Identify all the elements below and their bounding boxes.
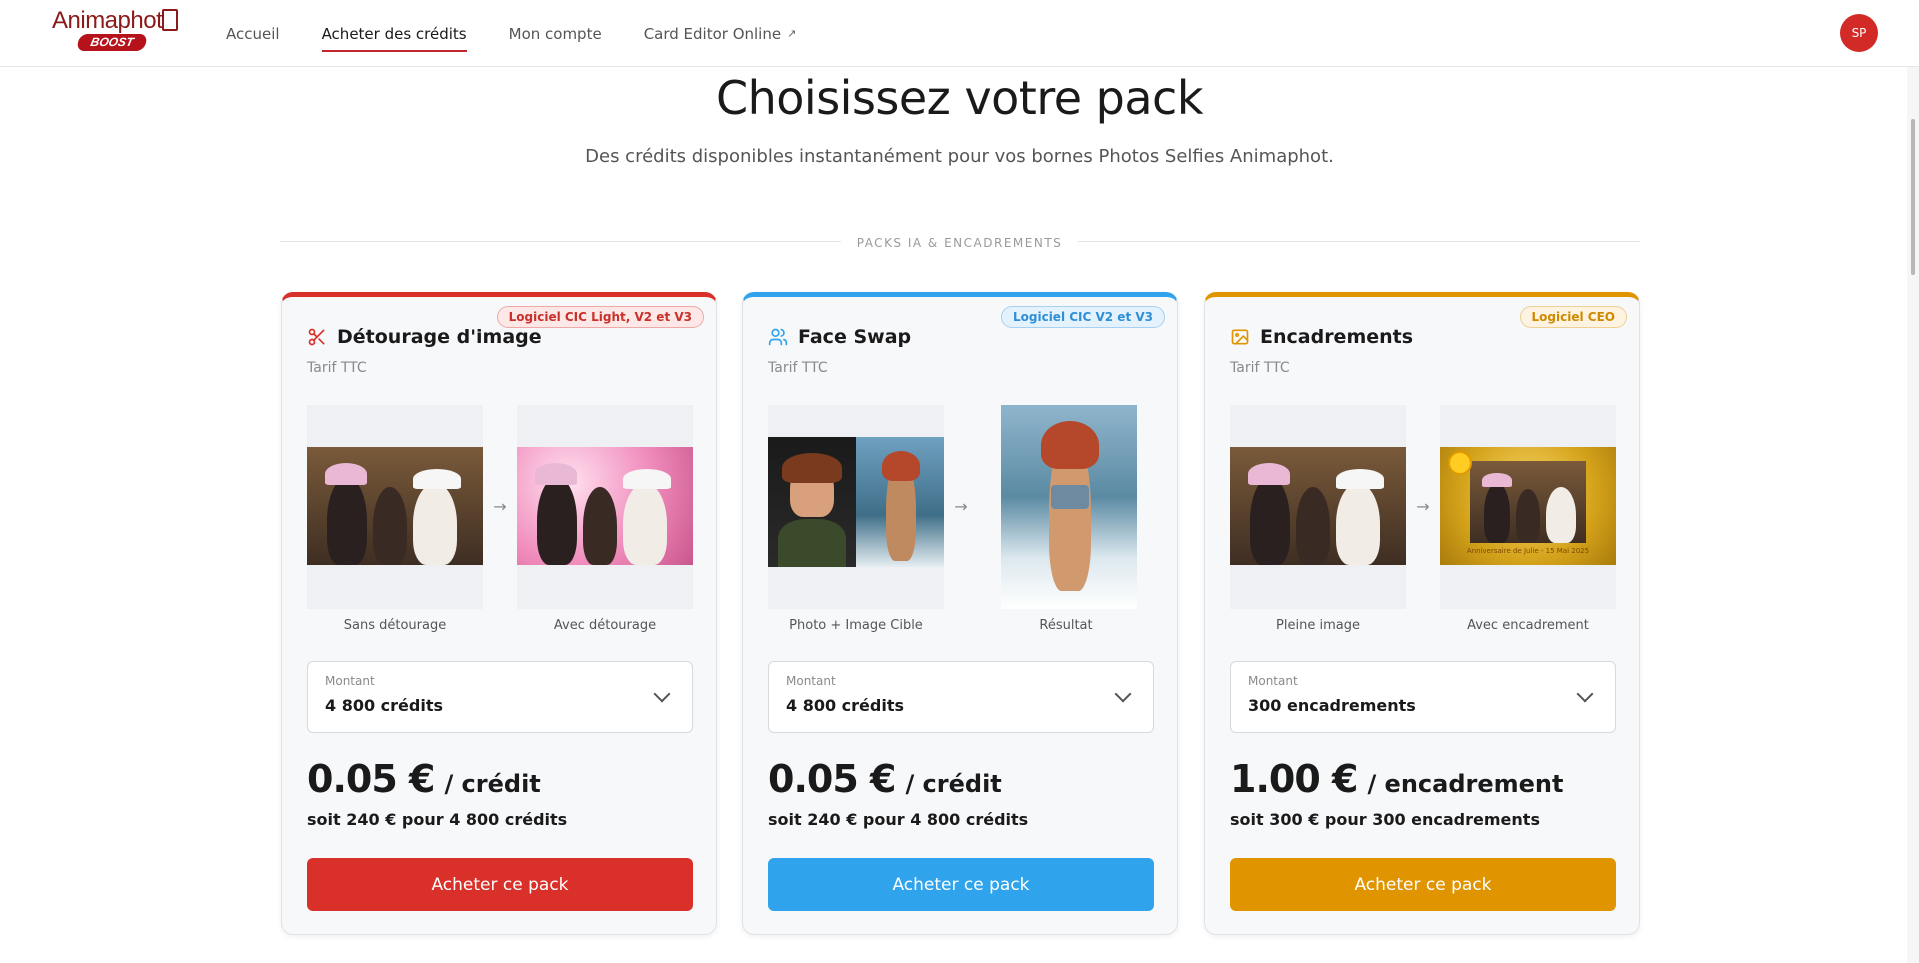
- image-icon: [1231, 329, 1249, 345]
- source-images: [768, 405, 944, 609]
- price-row: 0.05 € / crédit: [768, 757, 1002, 801]
- tarif-label: Tarif TTC: [768, 360, 828, 376]
- total-price: soit 240 € pour 4 800 crédits: [768, 810, 1029, 829]
- card-title: Encadrements: [1260, 326, 1414, 348]
- scissors-icon: [308, 328, 325, 346]
- nav-label: Acheter des crédits: [321, 24, 467, 43]
- nav-item-acheter-credits[interactable]: Acheter des crédits: [321, 0, 467, 67]
- scrollbar-thumb[interactable]: [1911, 119, 1915, 275]
- target-image: [856, 437, 944, 567]
- tarif-label: Tarif TTC: [307, 360, 367, 376]
- before-caption: Sans détourage: [343, 618, 447, 633]
- after-image: [517, 405, 693, 609]
- after-caption: Avec détourage: [553, 618, 657, 633]
- main-nav: Accueil Acheter des crédits Mon compte C…: [226, 0, 838, 67]
- section-label: PACKS IA & ENCADREMENTS: [840, 236, 1079, 250]
- chevron-down-icon: [653, 685, 671, 703]
- framed-photo: Anniversaire de Julie - 15 Mai 2025: [1440, 447, 1616, 565]
- arrow-right-icon: →: [954, 497, 968, 516]
- amount-value: 300 encadrements: [1248, 696, 1416, 715]
- face-swap-result-photo: [1001, 405, 1137, 609]
- users-icon: [768, 328, 788, 346]
- before-after-comparison: →: [307, 405, 693, 609]
- unit-price: 1.00 €: [1230, 757, 1358, 801]
- after-image: Anniversaire de Julie - 15 Mai 2025: [1440, 405, 1616, 609]
- camera-icon: [162, 9, 178, 31]
- software-badge: Logiciel CIC V2 et V3: [1000, 306, 1165, 328]
- page-title: Choisissez votre pack: [716, 71, 1204, 125]
- portrait-photo: [768, 437, 856, 567]
- unit-price: 0.05 €: [307, 757, 435, 801]
- logo-wordmark: Animaphot: [52, 7, 163, 34]
- group-photo: [307, 447, 483, 565]
- result-image: [978, 405, 1154, 609]
- buy-pack-button[interactable]: Acheter ce pack: [1230, 858, 1616, 911]
- top-navigation-bar: Animaphot BOOST Accueil Acheter des créd…: [0, 0, 1919, 67]
- card-title: Face Swap: [798, 326, 912, 348]
- amount-select[interactable]: Montant 300 encadrements: [1230, 661, 1616, 733]
- pack-card-face-swap: Logiciel CIC V2 et V3 Face Swap Tarif TT…: [742, 292, 1178, 935]
- before-image: [307, 405, 483, 609]
- software-badge: Logiciel CIC Light, V2 et V3: [496, 306, 704, 328]
- software-badge: Logiciel CEO: [1519, 306, 1627, 328]
- page-scrollbar[interactable]: [1907, 67, 1919, 963]
- before-caption: Pleine image: [1276, 618, 1360, 633]
- pack-card-encadrements: Logiciel CEO Encadrements Tarif TTC → An…: [1204, 292, 1640, 935]
- after-caption: Avec encadrement: [1467, 618, 1589, 633]
- amount-select[interactable]: Montant 4 800 crédits: [307, 661, 693, 733]
- before-caption: Photo + Image Cible: [789, 618, 923, 633]
- amount-select[interactable]: Montant 4 800 crédits: [768, 661, 1154, 733]
- nav-label: Accueil: [226, 24, 280, 43]
- amount-label: Montant: [325, 674, 375, 688]
- nav-item-card-editor-online[interactable]: Card Editor Online ↗: [644, 0, 797, 67]
- before-image: [1230, 405, 1406, 609]
- card-title: Détourage d'image: [337, 326, 542, 348]
- amount-value: 4 800 crédits: [786, 696, 905, 715]
- before-after-comparison: →: [768, 405, 1154, 609]
- group-photo: [1230, 447, 1406, 565]
- buy-pack-button[interactable]: Acheter ce pack: [768, 858, 1154, 911]
- arrow-right-icon: →: [1416, 497, 1430, 516]
- card-title-row: Face Swap: [768, 326, 911, 348]
- arrow-right-icon: →: [493, 497, 507, 516]
- amount-label: Montant: [1248, 674, 1298, 688]
- chevron-down-icon: [1576, 685, 1594, 703]
- amount-value: 4 800 crédits: [325, 696, 444, 715]
- pack-card-detourage: Logiciel CIC Light, V2 et V3 Détourage d…: [281, 292, 717, 935]
- amount-label: Montant: [786, 674, 836, 688]
- card-title-row: Encadrements: [1230, 326, 1413, 348]
- total-price: soit 300 € pour 300 encadrements: [1230, 810, 1540, 829]
- animaphot-boost-logo[interactable]: Animaphot BOOST: [52, 7, 180, 51]
- price-unit: / crédit: [905, 770, 1002, 798]
- unit-price: 0.05 €: [768, 757, 896, 801]
- before-after-comparison: → Anniversaire de Julie - 15 Mai 2025: [1230, 405, 1616, 609]
- emoji-sticker-icon: [1448, 451, 1472, 475]
- external-link-icon: ↗: [787, 27, 797, 40]
- total-price: soit 240 € pour 4 800 crédits: [307, 810, 568, 829]
- frame-caption: Anniversaire de Julie - 15 Mai 2025: [1466, 547, 1590, 555]
- inner-photo: [1470, 461, 1586, 543]
- buy-pack-button[interactable]: Acheter ce pack: [307, 858, 693, 911]
- section-label-wrap: PACKS IA & ENCADREMENTS: [0, 232, 1919, 251]
- user-avatar[interactable]: SP: [1840, 14, 1878, 52]
- price-unit: / crédit: [444, 770, 541, 798]
- after-caption: Résultat: [1039, 618, 1093, 633]
- price-row: 1.00 € / encadrement: [1230, 757, 1563, 801]
- nav-item-accueil[interactable]: Accueil: [226, 0, 280, 67]
- tarif-label: Tarif TTC: [1230, 360, 1290, 376]
- price-unit: / encadrement: [1367, 770, 1564, 798]
- nav-item-mon-compte[interactable]: Mon compte: [509, 0, 602, 67]
- nav-label: Card Editor Online: [643, 24, 782, 43]
- logo-boost-badge: BOOST: [76, 34, 148, 51]
- chevron-down-icon: [1114, 685, 1132, 703]
- card-title-row: Détourage d'image: [307, 326, 542, 348]
- price-row: 0.05 € / crédit: [307, 757, 541, 801]
- group-photo-pink-bg: [517, 447, 693, 565]
- nav-label: Mon compte: [508, 24, 602, 43]
- page-subtitle: Des crédits disponibles instantanément p…: [585, 146, 1334, 167]
